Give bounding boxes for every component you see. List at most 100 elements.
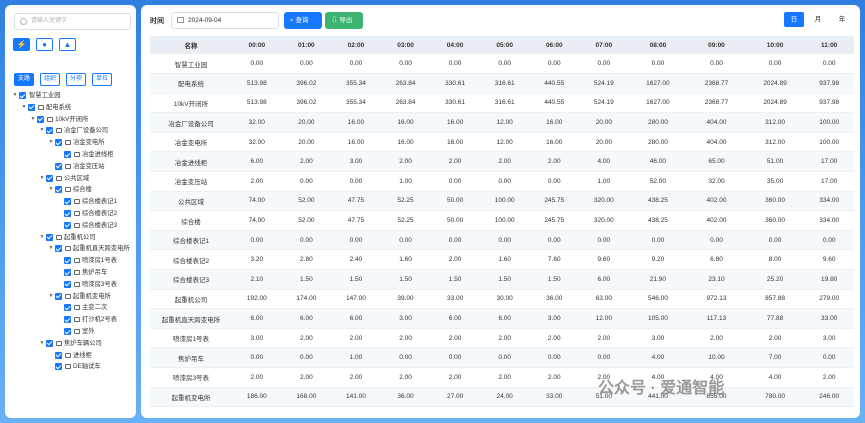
checkbox[interactable] — [64, 304, 71, 312]
lightning-icon[interactable]: ⚡ — [13, 38, 30, 51]
tree-node[interactable]: ▼ 起重机直天跨变电所 — [48, 243, 130, 254]
checkbox[interactable] — [46, 339, 53, 347]
flame-icon[interactable]: ▲ — [59, 38, 76, 51]
chevron-down-icon[interactable]: ▼ — [48, 137, 54, 148]
export-button[interactable]: ⇩ 导出 — [325, 12, 363, 29]
checkbox[interactable] — [46, 127, 53, 135]
checkbox[interactable] — [55, 245, 62, 253]
tab-branch[interactable]: 支路 — [14, 73, 34, 86]
value-cell: 438.25 — [628, 210, 688, 231]
value-cell: 50.00 — [430, 210, 480, 231]
chevron-down-icon[interactable]: ▼ — [39, 173, 45, 184]
checkbox[interactable] — [55, 292, 62, 300]
checkbox[interactable] — [64, 269, 71, 276]
chevron-down-icon[interactable]: ▼ — [12, 90, 18, 101]
checkbox[interactable] — [55, 186, 62, 194]
period-day[interactable]: 日 — [784, 12, 804, 27]
value-cell: 17.00 — [804, 151, 854, 173]
tree-node-label: 综合楼表记2 — [82, 210, 117, 217]
checkbox[interactable] — [46, 174, 53, 182]
tree-node[interactable]: 进线柜 — [48, 350, 92, 361]
checkbox[interactable] — [64, 151, 71, 158]
tree-node[interactable]: ▼ 冶金变电所 — [48, 137, 104, 148]
checkbox[interactable] — [64, 221, 71, 229]
checkbox[interactable] — [28, 103, 35, 111]
period-month[interactable]: 月 — [808, 12, 828, 27]
tab-subitem[interactable]: 分项 — [66, 73, 86, 86]
value-cell: 33.00 — [804, 308, 854, 329]
tree-node[interactable]: DE轴试车 — [48, 361, 101, 372]
checkbox[interactable] — [37, 115, 44, 123]
tree-node[interactable]: ▼ 智慧工业园 — [12, 90, 60, 101]
table-row: 10kV开闭所 513.98 396.02 355.34 263.84 330.61 316… — [150, 93, 854, 114]
folder-icon — [74, 222, 80, 228]
tree-node[interactable]: ▼ 综合楼 — [48, 184, 92, 195]
tree-node[interactable]: 室外 — [57, 326, 95, 337]
value-cell: 65.00 — [687, 151, 746, 173]
checkbox[interactable] — [55, 162, 62, 170]
water-drop-icon[interactable]: ● — [36, 38, 53, 51]
tree-node[interactable]: 冶金进线柜 — [57, 149, 113, 160]
checkbox[interactable] — [64, 316, 71, 324]
watermark-left: 大数据境 — [8, 396, 64, 412]
checkbox[interactable] — [64, 210, 71, 217]
value-cell: 280.00 — [628, 112, 688, 133]
tree-node[interactable]: 综合楼表记2 — [57, 208, 117, 219]
folder-icon — [65, 293, 71, 299]
query-button[interactable]: ⌕ 查询 — [284, 12, 322, 29]
value-cell: 100.00 — [479, 191, 530, 212]
tree-node[interactable]: 冶金变压站 — [48, 161, 104, 172]
chevron-down-icon[interactable]: ▼ — [48, 184, 54, 195]
tree-node[interactable]: ▼ 配电系统 — [21, 102, 71, 113]
tree-node[interactable]: 综合楼表记3 — [57, 220, 117, 231]
value-cell: 192.00 — [232, 289, 282, 310]
value-cell: 2.00 — [430, 367, 480, 388]
chevron-down-icon[interactable]: ▼ — [30, 114, 36, 125]
value-cell: 52.00 — [628, 171, 688, 192]
tree-node[interactable]: 焦炉吊车 — [57, 267, 107, 278]
value-cell: 0.00 — [579, 54, 629, 75]
checkbox[interactable] — [64, 257, 71, 265]
tab-organization[interactable]: 组织 — [40, 73, 60, 86]
tree-node[interactable]: ▼ 10kV开闭所 — [30, 114, 88, 125]
value-cell: 2.00 — [529, 367, 580, 388]
tree-node[interactable]: 打沙机2号表 — [57, 314, 117, 325]
search-input[interactable]: 请输入关键字 — [14, 13, 131, 30]
checkbox[interactable] — [64, 280, 71, 288]
tree-node[interactable]: ▼ 冶金厂设备公司 — [39, 125, 108, 136]
date-picker[interactable]: 2024-09-04 — [171, 12, 279, 29]
chevron-down-icon[interactable]: ▼ — [39, 338, 45, 349]
value-cell: 404.00 — [687, 112, 746, 133]
value-cell: 6.00 — [281, 308, 332, 329]
period-year[interactable]: 年 — [832, 12, 852, 27]
chevron-down-icon[interactable]: ▼ — [39, 232, 45, 243]
value-cell: 402.00 — [687, 191, 746, 212]
checkbox[interactable] — [55, 139, 62, 147]
chevron-down-icon[interactable]: ▼ — [39, 125, 45, 136]
chevron-down-icon[interactable]: ▼ — [48, 243, 54, 254]
chevron-down-icon[interactable]: ▼ — [48, 291, 54, 302]
checkbox[interactable] — [55, 351, 62, 359]
value-cell: 780.00 — [745, 387, 805, 408]
value-cell: 1.50 — [430, 269, 480, 290]
checkbox[interactable] — [55, 363, 62, 371]
tree-node[interactable]: 喷漆房1号表 — [57, 255, 117, 266]
tree-node[interactable]: ▼ 公共区域 — [39, 173, 89, 184]
checkbox[interactable] — [19, 92, 26, 99]
value-cell: 32.00 — [687, 171, 746, 192]
tree-node[interactable]: ▼ 焦炉车辆公司 — [39, 338, 102, 349]
sidebar-panel: 请输入关键字 ⚡ ● ▲ 支路 组织 分项 单位 ▼ 智慧工业园 ▼ 配电系统 ▼ 10k… — [5, 5, 136, 418]
value-cell: 3.00 — [232, 328, 282, 349]
value-cell: 263.84 — [380, 93, 431, 114]
tree-node[interactable]: 综合楼表记1 — [57, 196, 117, 207]
checkbox[interactable] — [64, 328, 71, 335]
tree-node[interactable]: ▼ 起重机变电所 — [48, 291, 111, 302]
tree-node[interactable]: 喷漆房3号表 — [57, 279, 117, 290]
checkbox[interactable] — [64, 198, 71, 206]
value-cell: 6.00 — [430, 308, 480, 329]
tree-node[interactable]: 主变二次 — [57, 302, 107, 313]
tree-node[interactable]: ▼ 起重机公司 — [39, 232, 95, 243]
checkbox[interactable] — [46, 233, 53, 241]
chevron-down-icon[interactable]: ▼ — [21, 102, 27, 113]
tab-unit[interactable]: 单位 — [92, 73, 112, 86]
